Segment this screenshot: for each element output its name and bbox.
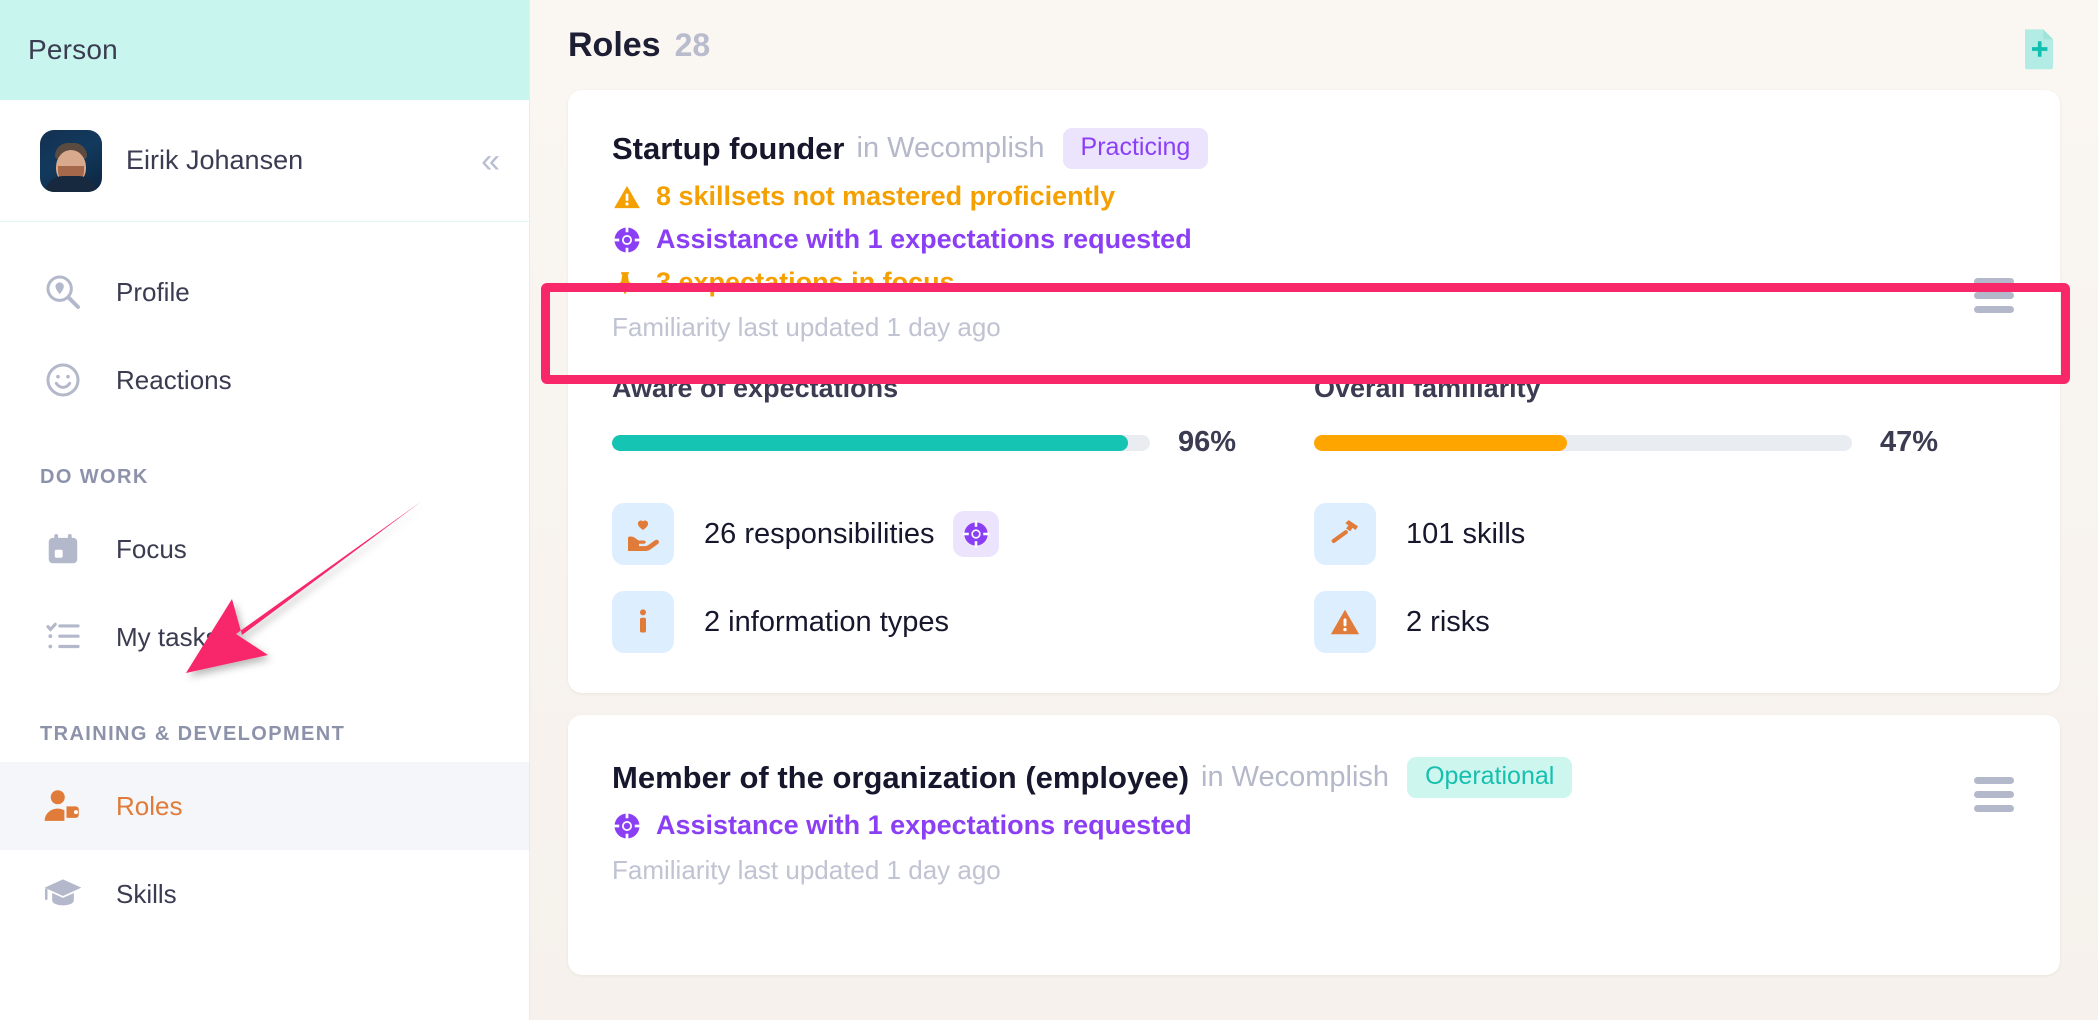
familiarity-updated: Familiarity last updated 1 day ago	[612, 855, 2016, 886]
sidebar: Person Eirik Johansen « Profile	[0, 0, 530, 1020]
collapse-sidebar-icon[interactable]: «	[481, 144, 501, 178]
role-status-focus[interactable]: 3 expectations in focus	[612, 267, 2016, 298]
sidebar-item-label: My tasks	[116, 622, 219, 653]
role-status-text: Assistance with 1 expectations requested	[656, 224, 1192, 255]
page-header: Roles 28	[530, 0, 2098, 90]
sidebar-item-profile[interactable]: Profile	[0, 248, 529, 336]
role-status-text: 3 expectations in focus	[656, 267, 955, 298]
progress-label: Aware of expectations	[612, 373, 1264, 404]
role-stats: 26 responsibilities	[612, 503, 2016, 653]
role-status-text: Assistance with 1 expectations requested	[656, 810, 1192, 841]
role-status-text: 8 skillsets not mastered proficiently	[656, 181, 1115, 212]
stat-label: 101 skills	[1406, 518, 1525, 551]
sidebar-item-focus[interactable]: Focus	[0, 505, 529, 593]
checklist-icon	[40, 614, 86, 660]
role-org-name: Wecomplish	[1232, 761, 1389, 793]
role-title-row: Member of the organization (employee) in…	[612, 757, 2016, 798]
user-name: Eirik Johansen	[126, 145, 481, 176]
assistance-requested-badge[interactable]	[953, 511, 999, 557]
sidebar-header: Person	[0, 0, 529, 100]
progress-fill	[1314, 435, 1567, 451]
role-name: Member of the organization (employee)	[612, 760, 1189, 796]
sidebar-nav: Profile Reactions DO WORK	[0, 222, 529, 938]
info-icon	[612, 591, 674, 653]
stat-information-types[interactable]: 2 information types	[612, 591, 1314, 653]
main-content: Roles 28 Startup founder in We	[530, 0, 2098, 1020]
role-status-assistance[interactable]: Assistance with 1 expectations requested	[612, 810, 2016, 841]
life-ring-icon	[612, 811, 646, 841]
sidebar-item-my-tasks[interactable]: My tasks	[0, 593, 529, 681]
stat-label: 2 risks	[1406, 606, 1490, 639]
progress-value: 47%	[1880, 426, 1966, 459]
sidebar-item-skills[interactable]: Skills	[0, 850, 529, 938]
stat-label: 2 information types	[704, 606, 949, 639]
hamburger-menu-icon[interactable]	[1974, 777, 2014, 812]
sidebar-item-label: Focus	[116, 534, 187, 565]
progress-fill	[612, 435, 1128, 451]
progress-section: Aware of expectations 96% Overall famili…	[612, 373, 2016, 459]
progress-track	[1314, 435, 1852, 451]
role-card[interactable]: Member of the organization (employee) in…	[568, 715, 2060, 975]
progress-track	[612, 435, 1150, 451]
familiarity-updated: Familiarity last updated 1 day ago	[612, 312, 2016, 343]
hand-heart-icon	[612, 503, 674, 565]
add-document-icon[interactable]	[2022, 28, 2056, 68]
sidebar-section-training-development: TRAINING & DEVELOPMENT	[0, 681, 529, 762]
pin-icon	[612, 268, 646, 298]
stat-responsibilities[interactable]: 26 responsibilities	[612, 503, 1314, 565]
roles-count: 28	[675, 27, 711, 64]
page-title: Roles	[568, 26, 661, 65]
role-org-prefix: in	[1201, 761, 1224, 793]
hamburger-menu-icon[interactable]	[1974, 278, 2014, 313]
role-org: in Wecomplish	[857, 132, 1045, 165]
role-org-prefix: in	[857, 132, 880, 164]
role-org: in Wecomplish	[1201, 761, 1389, 794]
role-card[interactable]: Startup founder in Wecomplish Practicing	[568, 90, 2060, 693]
status-badge: Operational	[1407, 757, 1572, 798]
sidebar-item-label: Profile	[116, 277, 190, 308]
progress-overall-familiarity: Overall familiarity 47%	[1314, 373, 2016, 459]
role-status-assistance[interactable]: Assistance with 1 expectations requested	[612, 224, 2016, 255]
sidebar-item-label: Roles	[116, 791, 182, 822]
status-badge: Practicing	[1063, 128, 1209, 169]
hammer-icon	[1314, 503, 1376, 565]
life-ring-icon	[612, 225, 646, 255]
person-tag-icon	[40, 783, 86, 829]
progress-label: Overall familiarity	[1314, 373, 1966, 404]
stat-skills[interactable]: 101 skills	[1314, 503, 2016, 565]
calendar-icon	[40, 526, 86, 572]
smiley-icon	[40, 357, 86, 403]
sidebar-item-reactions[interactable]: Reactions	[0, 336, 529, 424]
stat-risks[interactable]: 2 risks	[1314, 591, 2016, 653]
sidebar-item-label: Reactions	[116, 365, 232, 396]
profile-search-icon	[40, 269, 86, 315]
roles-list: Startup founder in Wecomplish Practicing	[530, 90, 2098, 975]
role-name: Startup founder	[612, 131, 845, 167]
graduation-cap-icon	[40, 871, 86, 917]
role-org-name: Wecomplish	[887, 132, 1044, 164]
role-title-row: Startup founder in Wecomplish Practicing	[612, 128, 2016, 169]
sidebar-item-roles[interactable]: Roles	[0, 762, 529, 850]
role-status-skillsets[interactable]: 8 skillsets not mastered proficiently	[612, 181, 2016, 212]
stat-label: 26 responsibilities	[704, 518, 935, 551]
sidebar-item-label: Skills	[116, 879, 177, 910]
progress-value: 96%	[1178, 426, 1264, 459]
progress-aware-of-expectations: Aware of expectations 96%	[612, 373, 1314, 459]
warning-triangle-icon	[1314, 591, 1376, 653]
sidebar-section-do-work: DO WORK	[0, 424, 529, 505]
warning-triangle-icon	[612, 182, 646, 212]
avatar	[40, 130, 102, 192]
app-root: Person Eirik Johansen « Profile	[0, 0, 2098, 1020]
sidebar-header-title: Person	[28, 34, 118, 66]
sidebar-user-row[interactable]: Eirik Johansen «	[0, 100, 529, 222]
